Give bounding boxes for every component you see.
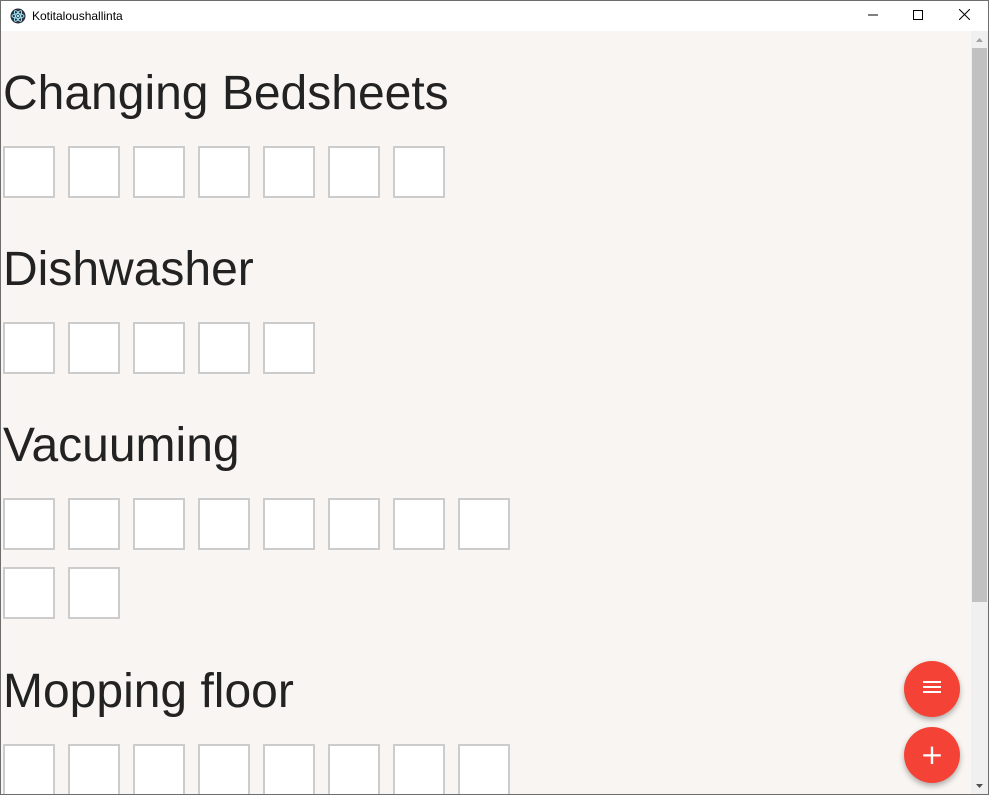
- task-box[interactable]: [133, 146, 185, 198]
- app-window: Kotitaloushallinta Changing Bedsheets Di…: [0, 0, 989, 795]
- task-box[interactable]: [263, 146, 315, 198]
- task-box[interactable]: [393, 744, 445, 794]
- vertical-scrollbar[interactable]: [971, 31, 988, 794]
- task-box[interactable]: [3, 498, 55, 550]
- task-box[interactable]: [263, 744, 315, 794]
- task-box[interactable]: [3, 567, 55, 619]
- task-box[interactable]: [328, 744, 380, 794]
- task-box[interactable]: [68, 744, 120, 794]
- task-box[interactable]: [198, 744, 250, 794]
- task-box[interactable]: [3, 146, 55, 198]
- content-area: Changing Bedsheets Dishwasher Vacuuming …: [1, 31, 971, 794]
- task-box[interactable]: [3, 744, 55, 794]
- window-title: Kotitaloushallinta: [32, 9, 123, 23]
- task-box[interactable]: [198, 322, 250, 374]
- task-box[interactable]: [133, 322, 185, 374]
- plus-icon: +: [920, 738, 944, 771]
- section-title-dishwasher: Dishwasher: [3, 243, 254, 296]
- task-box[interactable]: [393, 146, 445, 198]
- scrollbar-thumb[interactable]: [972, 48, 987, 602]
- minimize-icon: [868, 7, 878, 25]
- add-fab-button[interactable]: +: [904, 727, 960, 783]
- task-box[interactable]: [198, 498, 250, 550]
- task-box[interactable]: [3, 322, 55, 374]
- task-box[interactable]: [458, 744, 510, 794]
- task-box[interactable]: [68, 498, 120, 550]
- section-title-changing-bedsheets: Changing Bedsheets: [3, 67, 449, 120]
- title-bar[interactable]: Kotitaloushallinta: [1, 1, 988, 31]
- task-box[interactable]: [263, 498, 315, 550]
- task-box[interactable]: [133, 744, 185, 794]
- menu-fab-button[interactable]: [904, 661, 960, 717]
- task-box[interactable]: [263, 322, 315, 374]
- task-box[interactable]: [458, 498, 510, 550]
- close-icon: [958, 7, 970, 25]
- section-title-vacuuming: Vacuuming: [3, 419, 240, 472]
- task-box[interactable]: [393, 498, 445, 550]
- task-box[interactable]: [68, 567, 120, 619]
- task-box[interactable]: [68, 146, 120, 198]
- task-box[interactable]: [68, 322, 120, 374]
- scroll-down-arrow-icon[interactable]: [971, 777, 988, 794]
- task-box[interactable]: [328, 146, 380, 198]
- section-title-mopping-floor: Mopping floor: [3, 665, 294, 718]
- menu-icon: [923, 680, 941, 698]
- electron-atom-icon: [10, 8, 26, 24]
- maximize-icon: [913, 7, 923, 25]
- maximize-button[interactable]: [895, 1, 941, 31]
- minimize-button[interactable]: [850, 1, 896, 31]
- close-button[interactable]: [941, 1, 987, 31]
- task-box[interactable]: [133, 498, 185, 550]
- scroll-up-arrow-icon[interactable]: [971, 31, 988, 48]
- task-box[interactable]: [198, 146, 250, 198]
- task-box[interactable]: [328, 498, 380, 550]
